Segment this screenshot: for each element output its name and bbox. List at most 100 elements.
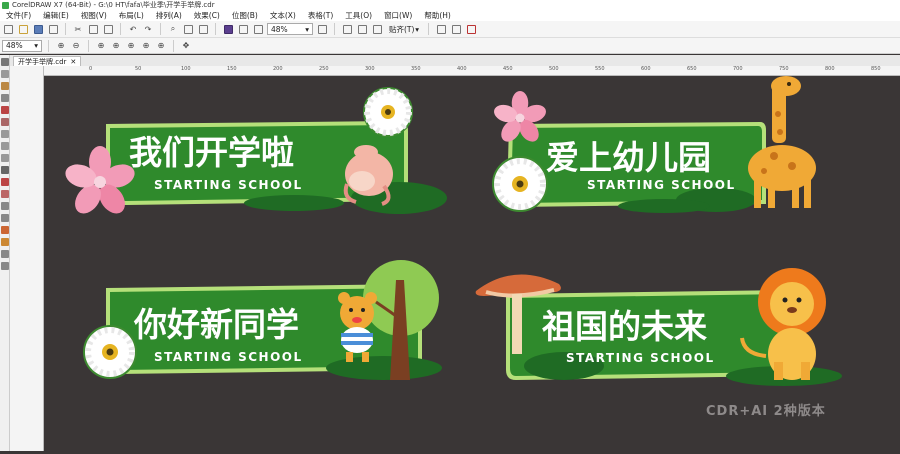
save-icon[interactable] xyxy=(32,23,44,35)
print-icon[interactable] xyxy=(47,23,59,35)
drop-shadow-tool-icon[interactable] xyxy=(1,202,9,210)
sign-title[interactable]: 爱上幼儿园 xyxy=(546,138,711,177)
connector-tool-icon[interactable] xyxy=(1,190,9,198)
interactive-fill-tool-icon[interactable] xyxy=(1,238,9,246)
window-title: CorelDRAW X7 (64-Bit) - G:\0 HT\fafa\毕业季… xyxy=(12,1,215,9)
menu-layout[interactable]: 布局(L) xyxy=(113,10,150,21)
zoom-levels-value: 48% xyxy=(6,41,23,50)
menu-edit[interactable]: 编辑(E) xyxy=(37,10,75,21)
outline-pen-icon[interactable] xyxy=(1,262,9,270)
shape-tool-icon[interactable] xyxy=(1,70,9,78)
vertical-ruler[interactable] xyxy=(10,66,44,451)
ruler-label: 350 xyxy=(411,66,421,72)
import-icon[interactable] xyxy=(182,23,194,35)
rectangle-tool-icon[interactable] xyxy=(1,130,9,138)
property-bar: 48% ▾ ⊕ ⊖ ⊕ ⊕ ⊕ ⊕ ⊕ ✥ xyxy=(0,38,900,54)
application-options-icon[interactable] xyxy=(450,23,462,35)
full-screen-preview-icon[interactable] xyxy=(316,23,328,35)
menu-window[interactable]: 窗口(W) xyxy=(378,10,418,21)
ruler-label: 800 xyxy=(825,66,835,72)
show-grid-icon[interactable] xyxy=(356,23,368,35)
ruler-label: 50 xyxy=(135,66,142,72)
smart-fill-tool-icon[interactable] xyxy=(1,250,9,258)
menu-file[interactable]: 文件(F) xyxy=(0,10,37,21)
title-bar: CorelDRAW X7 (64-Bit) - G:\0 HT\fafa\毕业季… xyxy=(0,0,900,10)
coreldraw-app-icon xyxy=(2,1,9,9)
sign-1[interactable]: 我们开学啦 STARTING SCHOOL xyxy=(62,87,447,218)
menu-bar: 文件(F) 编辑(E) 视图(V) 布局(L) 排列(A) 效果(C) 位图(B… xyxy=(0,10,900,21)
horizontal-ruler[interactable]: 0 50 100 150 200 250 300 350 400 450 500… xyxy=(44,66,900,76)
sign-subtitle[interactable]: STARTING SCHOOL xyxy=(154,178,303,192)
daisy-illustration xyxy=(363,87,413,137)
zoom-to-width-icon[interactable]: ⊕ xyxy=(140,40,152,52)
parallel-dimension-tool-icon[interactable] xyxy=(1,178,9,186)
copy-icon[interactable] xyxy=(87,23,99,35)
text-tool-icon[interactable] xyxy=(1,166,9,174)
sign-title[interactable]: 祖国的未来 xyxy=(542,307,707,346)
undo-icon[interactable]: ↶ xyxy=(127,23,139,35)
redo-icon[interactable]: ↷ xyxy=(142,23,154,35)
paste-icon[interactable] xyxy=(102,23,114,35)
zoom-tool-icon[interactable] xyxy=(1,94,9,102)
crop-tool-icon[interactable] xyxy=(1,82,9,90)
ruler-label: 150 xyxy=(227,66,237,72)
menu-arrange[interactable]: 排列(A) xyxy=(150,10,188,21)
transparency-tool-icon[interactable] xyxy=(1,214,9,222)
open-folder-icon[interactable] xyxy=(17,23,29,35)
chevron-down-icon: ▾ xyxy=(305,24,309,34)
zoom-to-selected-icon[interactable]: ⊕ xyxy=(95,40,107,52)
pan-icon[interactable]: ✥ xyxy=(180,40,192,52)
artwork-svg: 我们开学啦 STARTING SCHOOL 爱上幼儿园 STARTING SCH… xyxy=(62,76,842,386)
zoom-out-icon[interactable]: ⊖ xyxy=(70,40,82,52)
zoom-to-height-icon[interactable]: ⊕ xyxy=(155,40,167,52)
version-watermark: CDR+AI 2种版本 xyxy=(706,404,826,419)
welcome-screen-icon[interactable] xyxy=(237,23,249,35)
zoom-in-icon[interactable]: ⊕ xyxy=(55,40,67,52)
chevron-down-icon: ▾ xyxy=(415,24,419,34)
menu-table[interactable]: 表格(T) xyxy=(302,10,339,21)
document-tab[interactable]: 开学手举牌.cdr ✕ xyxy=(13,56,82,66)
zoom-to-page-icon[interactable]: ⊕ xyxy=(125,40,137,52)
display-mode-icon[interactable] xyxy=(465,23,477,35)
zoom-level-select[interactable]: 48% ▾ xyxy=(267,23,313,35)
options-icon[interactable] xyxy=(435,23,447,35)
show-rulers-icon[interactable] xyxy=(341,23,353,35)
zoom-levels-select[interactable]: 48% ▾ xyxy=(2,39,42,52)
search-content-icon[interactable]: ⌕ xyxy=(167,23,179,35)
freehand-tool-icon[interactable] xyxy=(1,106,9,114)
polygon-tool-icon[interactable] xyxy=(1,154,9,162)
ruler-label: 750 xyxy=(779,66,789,72)
snap-to-label: 贴齐(T) xyxy=(389,24,415,34)
artistic-media-tool-icon[interactable] xyxy=(1,118,9,126)
pick-tool-icon[interactable] xyxy=(1,58,9,66)
sign-title[interactable]: 你好新同学 xyxy=(133,305,299,344)
application-launcher-icon[interactable] xyxy=(222,23,234,35)
sign-subtitle[interactable]: STARTING SCHOOL xyxy=(154,350,303,364)
drawing-canvas[interactable]: 我们开学啦 STARTING SCHOOL 爱上幼儿园 STARTING SCH… xyxy=(44,76,900,451)
ellipse-tool-icon[interactable] xyxy=(1,142,9,150)
export-icon[interactable] xyxy=(197,23,209,35)
menu-effects[interactable]: 效果(C) xyxy=(188,10,226,21)
color-eyedropper-tool-icon[interactable] xyxy=(1,226,9,234)
menu-help[interactable]: 帮助(H) xyxy=(418,10,457,21)
ruler-label: 550 xyxy=(595,66,605,72)
chevron-down-icon: ▾ xyxy=(34,41,38,50)
zoom-to-all-objects-icon[interactable]: ⊕ xyxy=(110,40,122,52)
sign-3[interactable]: 你好新同学 STARTING SCHOOL xyxy=(83,260,442,380)
sign-2[interactable]: 爱上幼儿园 STARTING SCHOOL xyxy=(492,76,816,213)
menu-text[interactable]: 文本(X) xyxy=(264,10,302,21)
cut-icon[interactable]: ✂ xyxy=(72,23,84,35)
ruler-label: 700 xyxy=(733,66,743,72)
close-icon[interactable]: ✕ xyxy=(70,58,76,66)
show-guidelines-icon[interactable] xyxy=(371,23,383,35)
sign-title[interactable]: 我们开学啦 xyxy=(129,133,294,172)
new-document-icon[interactable] xyxy=(2,23,14,35)
corel-connect-icon[interactable] xyxy=(252,23,264,35)
sign-4[interactable]: 祖国的未来 STARTING SCHOOL xyxy=(475,268,842,386)
menu-view[interactable]: 视图(V) xyxy=(75,10,113,21)
menu-bitmaps[interactable]: 位图(B) xyxy=(226,10,264,21)
sign-subtitle[interactable]: STARTING SCHOOL xyxy=(587,178,736,192)
menu-tools[interactable]: 工具(O) xyxy=(339,10,378,21)
snap-to-menu[interactable]: 贴齐(T) ▾ xyxy=(386,23,422,35)
sign-subtitle[interactable]: STARTING SCHOOL xyxy=(566,351,715,365)
